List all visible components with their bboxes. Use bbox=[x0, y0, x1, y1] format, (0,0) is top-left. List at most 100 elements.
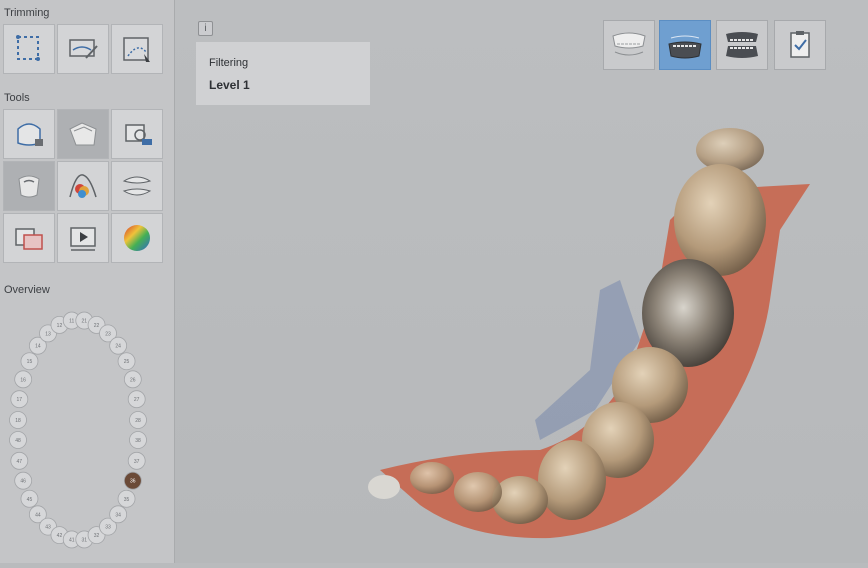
tooth-number-label: 16 bbox=[20, 377, 26, 383]
tooth-number-label: 22 bbox=[94, 323, 100, 329]
mesh-fill-icon bbox=[69, 122, 97, 146]
tooth-number-label: 14 bbox=[35, 344, 41, 350]
tooth-number-label: 41 bbox=[69, 537, 75, 543]
tooth-number-label: 37 bbox=[134, 459, 140, 465]
play-video-icon bbox=[70, 227, 96, 251]
app-window: Trimming Tools Overview 18 17 16 15 14 1… bbox=[0, 0, 868, 563]
trimming-section-title: Trimming bbox=[4, 7, 50, 19]
tooth-35[interactable]: 35 bbox=[117, 489, 136, 508]
deviation-map-button[interactable] bbox=[111, 213, 163, 263]
tooth-number-label: 42 bbox=[57, 533, 63, 539]
incisor-3 bbox=[410, 462, 454, 494]
checklist-button[interactable] bbox=[774, 20, 826, 70]
tooth-number-label: 28 bbox=[135, 418, 141, 424]
dental-scan-model[interactable] bbox=[360, 110, 820, 550]
incisor-2 bbox=[454, 472, 502, 512]
info-button[interactable]: i bbox=[198, 21, 213, 36]
tooth-number-label: 12 bbox=[57, 323, 63, 329]
tooth-47[interactable]: 47 bbox=[10, 451, 29, 470]
tooth-number-label: 17 bbox=[17, 397, 23, 403]
tooth-number-label: 24 bbox=[115, 344, 121, 350]
tooth-number-label: 27 bbox=[134, 397, 140, 403]
trim-plane-button[interactable] bbox=[57, 24, 109, 74]
upper-jaw-view-icon bbox=[612, 32, 646, 56]
tooth-17[interactable]: 17 bbox=[10, 390, 29, 409]
overview-section-title: Overview bbox=[4, 284, 50, 296]
filter-level-value: Level 1 bbox=[209, 78, 250, 92]
tooth-number-label: 21 bbox=[81, 319, 87, 325]
tooth-36[interactable]: 36 bbox=[123, 471, 142, 490]
tooth-number-label: 33 bbox=[105, 525, 111, 531]
tooth-arch-diagram: 18 17 16 15 14 13 12 11 21 22 23 24 25 26 27 28 48 47 46 45… bbox=[9, 311, 147, 549]
screenshot-icon bbox=[125, 124, 152, 145]
occlusion-icon bbox=[122, 176, 152, 196]
deviation-map-icon bbox=[124, 225, 150, 251]
tooth-number-label: 32 bbox=[94, 533, 100, 539]
tooth-45[interactable]: 45 bbox=[20, 489, 39, 508]
lower-jaw-view-button[interactable] bbox=[659, 20, 711, 70]
tooth-28[interactable]: 28 bbox=[129, 411, 147, 429]
tooth-16[interactable]: 16 bbox=[14, 370, 33, 389]
upper-jaw-view-button[interactable] bbox=[603, 20, 655, 70]
tooth-number-label: 48 bbox=[15, 438, 21, 444]
play-video-button[interactable] bbox=[57, 213, 109, 263]
occlusion-button[interactable] bbox=[111, 161, 163, 211]
incisor-1 bbox=[492, 476, 548, 524]
occlusion-view-button[interactable] bbox=[716, 20, 768, 70]
tooth-27[interactable]: 27 bbox=[127, 390, 146, 409]
trim-brush-icon bbox=[123, 37, 150, 62]
filter-panel: Filtering Level 1 bbox=[196, 42, 370, 105]
trim-select-button[interactable] bbox=[3, 24, 55, 74]
tooth-number-label: 44 bbox=[35, 512, 41, 518]
tooth-26[interactable]: 26 bbox=[123, 370, 142, 389]
tooth-number-label: 18 bbox=[15, 418, 21, 424]
tools-grid bbox=[3, 109, 163, 263]
tooth-number-label: 11 bbox=[69, 319, 74, 325]
tooth-15[interactable]: 15 bbox=[20, 352, 39, 371]
tooth-37[interactable]: 37 bbox=[127, 451, 146, 470]
trimming-tools bbox=[3, 24, 163, 74]
canine bbox=[538, 440, 606, 520]
filter-label: Filtering bbox=[209, 57, 249, 69]
tooth-18[interactable]: 18 bbox=[9, 411, 27, 429]
checklist-icon bbox=[790, 31, 810, 58]
color-analysis-icon bbox=[69, 174, 97, 198]
tooth-number-label: 26 bbox=[130, 377, 136, 383]
tooth-number-label: 25 bbox=[124, 359, 130, 365]
compare-button[interactable] bbox=[3, 213, 55, 263]
lower-jaw-view-icon bbox=[668, 35, 702, 59]
tooth-number-label: 35 bbox=[124, 497, 130, 503]
trim-plane-icon bbox=[69, 39, 98, 59]
tooth-46[interactable]: 46 bbox=[14, 471, 33, 490]
tooth-number-label: 31 bbox=[81, 537, 87, 543]
tooth-24[interactable]: 24 bbox=[109, 336, 128, 355]
tooth-38[interactable]: 38 bbox=[129, 431, 147, 449]
compare-icon bbox=[15, 228, 43, 250]
occlusion-view-icon bbox=[726, 32, 758, 58]
tooth-button[interactable] bbox=[3, 161, 55, 211]
tooth-number-label: 13 bbox=[45, 331, 51, 337]
tooth-number-label: 47 bbox=[17, 459, 23, 465]
tooth-number-label: 43 bbox=[45, 525, 51, 531]
scan-fragment bbox=[368, 475, 400, 499]
tooth-overview-chart: 18 17 16 15 14 13 12 11 21 22 23 24 25 26 27 28 48 47 46 45… bbox=[0, 300, 174, 563]
trim-brush-button[interactable] bbox=[111, 24, 163, 74]
tooth-number-label: 34 bbox=[115, 512, 121, 518]
tools-section-title: Tools bbox=[4, 92, 30, 104]
color-analysis-button[interactable] bbox=[57, 161, 109, 211]
tooth-icon bbox=[18, 175, 40, 198]
tooth-number-label: 46 bbox=[20, 479, 26, 485]
tooth-number-label: 23 bbox=[105, 331, 111, 337]
tooth-48[interactable]: 48 bbox=[9, 431, 27, 449]
sidebar: Trimming Tools Overview 18 17 16 15 14 1… bbox=[0, 0, 175, 563]
tooth-25[interactable]: 25 bbox=[117, 352, 136, 371]
tooth-number-label: 38 bbox=[135, 438, 141, 444]
tooth-34[interactable]: 34 bbox=[109, 505, 128, 524]
margin-lock-button[interactable] bbox=[3, 109, 55, 159]
tooth-number-label: 45 bbox=[27, 497, 33, 503]
screenshot-button[interactable] bbox=[111, 109, 163, 159]
tooth-number-label: 15 bbox=[27, 359, 33, 365]
mesh-fill-button[interactable] bbox=[57, 109, 109, 159]
tooth-number-label: 36 bbox=[130, 479, 136, 485]
margin-lock-icon bbox=[17, 123, 43, 146]
